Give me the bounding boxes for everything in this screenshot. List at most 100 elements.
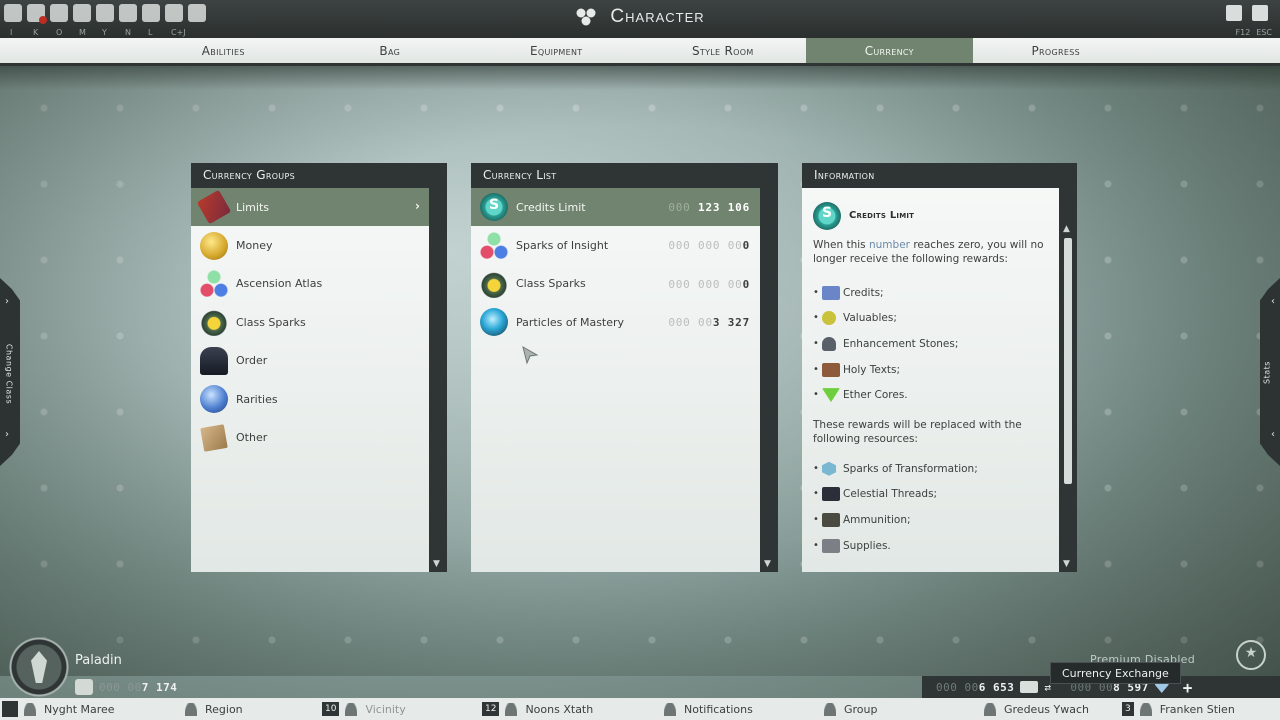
information-panel: Information Credits Limit When this numb… [802,163,1077,572]
premium-star-icon[interactable] [1236,640,1266,670]
character-emblem-icon [576,8,596,26]
chat-tab-nyght-maree[interactable]: Nyght Maree [24,698,115,720]
bullet-dot: • [813,513,819,525]
scroll-down-icon[interactable]: ▼ [764,559,771,569]
scroll-up-icon[interactable]: ▲ [1063,224,1070,234]
exit-icon[interactable] [1226,5,1242,21]
reward-label: Credits; [843,286,884,299]
rewards-list: • Credits; • Valuables; • Enhancement Stone… [813,280,1047,408]
amount-padding: 000 00 [99,680,142,694]
group-item-label: Limits [236,200,269,214]
chat-tab-franken-stien[interactable]: 3 Franken Stien [1122,698,1235,720]
amount-value: 0 [742,239,750,253]
group-item-label: Class Sparks [236,315,306,329]
currency-groups-panel: Currency Groups Limits › Money Ascension… [191,163,447,572]
amount-padding: 000 000 00 [668,239,743,253]
credits-limit-icon [813,202,841,230]
expand-chat-icon[interactable] [2,701,18,717]
chat-tab-region[interactable]: Region [185,698,243,720]
order-icon [200,346,228,375]
group-item-ascension-atlas[interactable]: Ascension Atlas [191,265,429,303]
unread-count-badge: 12 [482,702,500,716]
person-icon [185,702,197,716]
scroll-down-icon[interactable]: ▼ [433,559,440,569]
group-item-other[interactable]: Other [191,418,429,456]
reward-label: Holy Texts; [843,363,901,376]
currency-list: Credits Limit 000 123 106 Sparks of Insi… [471,188,760,572]
groups-scrollbar[interactable]: ▼ [429,188,447,572]
close-icon[interactable] [1252,5,1268,21]
hotkey: M [79,28,86,37]
amount-padding: 000 00 [936,680,979,694]
chat-tab-label: Group [844,702,878,716]
scrollbar-thumb[interactable] [1064,238,1072,484]
hotkeys: I K O M Y N L C+J [10,28,194,37]
group-item-rarities[interactable]: Rarities [191,380,429,418]
resource-label: Sparks of Transformation; [843,462,978,475]
group-item-label: Ascension Atlas [236,277,323,291]
chat-tab-notifications[interactable]: Notifications [664,698,753,720]
reward-item: • Credits; [813,280,1047,306]
group-item-label: Money [236,239,273,253]
window-title: Character [0,6,1280,28]
limits-icon [196,189,232,225]
credits-limit-icon [480,193,508,222]
hotkey: Y [102,28,107,37]
currency-item-class-sparks[interactable]: Class Sparks 000 000 000 [471,265,760,303]
tab-equipment[interactable]: Equipment [473,38,640,63]
information-title-row: Credits Limit [813,202,1047,230]
chat-tab-gredeus-ywach[interactable]: Gredeus Ywach [984,698,1089,720]
currency-amount: 000 000 000 [668,239,750,252]
character-currency: 000 007 174 [75,679,177,695]
chat-tab-label: Nyght Maree [44,702,115,716]
chat-tab-group[interactable]: Group [824,698,878,720]
stats-side-tab[interactable]: ‹ Stats ‹ [1260,278,1280,466]
hotkey: F12 [1235,28,1251,37]
hotkey: N [125,28,131,37]
information-scrollbar[interactable]: ▲ ▼ [1059,188,1077,572]
list-scrollbar[interactable]: ▼ [760,188,778,572]
particles-of-mastery-icon [480,308,508,337]
group-item-class-sparks[interactable]: Class Sparks [191,303,429,341]
tab-bag[interactable]: Bag [307,38,474,63]
mouse-cursor-icon [522,345,539,365]
chat-tab-vicinity[interactable]: 10 Vicinity [322,698,406,720]
group-item-order[interactable]: Order [191,342,429,380]
tab-abilities[interactable]: Abilities [140,38,307,63]
class-emblem-icon[interactable] [9,637,69,697]
bullet-dot: • [813,539,819,551]
information-description: When this number reaches zero, you will … [813,238,1047,266]
group-item-limits[interactable]: Limits › [191,188,429,227]
tab-currency[interactable]: Currency [806,38,973,63]
currency-item-sparks-of-insight[interactable]: Sparks of Insight 000 000 000 [471,226,760,264]
bullet-dot: • [813,488,819,500]
person-icon [505,702,518,716]
bullet-dot: • [813,389,819,401]
reward-item: • Ether Cores. [813,382,1047,408]
holy-texts-icon [822,362,840,377]
add-currency-button[interactable]: + [1183,678,1193,697]
class-sparks-icon [480,269,508,298]
currency-item-particles-of-mastery[interactable]: Particles of Mastery 000 003 327 [471,303,760,341]
hotkey: C+J [171,28,186,37]
tab-progress[interactable]: Progress [973,38,1140,63]
amount-value: 7 174 [141,680,178,694]
person-icon [824,702,836,716]
money-icon [200,231,228,260]
scroll-down-icon[interactable]: ▼ [1063,559,1070,569]
resource-item: • Ammunition; [813,507,1047,533]
amount-padding: 000 000 00 [668,277,743,291]
currency-item-credits-limit[interactable]: Credits Limit 000 123 106 [471,188,760,227]
group-item-money[interactable]: Money [191,226,429,264]
credits-amount: 6 653 [978,680,1015,694]
ether-cores-icon [822,388,840,403]
currency-groups-list: Limits › Money Ascension Atlas Class Spa… [191,188,429,572]
change-class-side-tab[interactable]: › Change Class › [0,278,20,466]
currency-list-panel: Currency List Credits Limit 000 123 106 … [471,163,778,572]
chat-bar: Nyght Maree Region 10 Vicinity 12 Noons Xt… [0,698,1280,720]
chat-tab-noons-xtath[interactable]: 12 Noons Xtath [482,698,593,720]
tab-style-room[interactable]: Style Room [640,38,807,63]
reward-label: Valuables; [843,312,897,325]
resource-item: • Supplies. [813,533,1047,559]
resources-list: • Sparks of Transformation; • Celestial Th… [813,456,1047,558]
